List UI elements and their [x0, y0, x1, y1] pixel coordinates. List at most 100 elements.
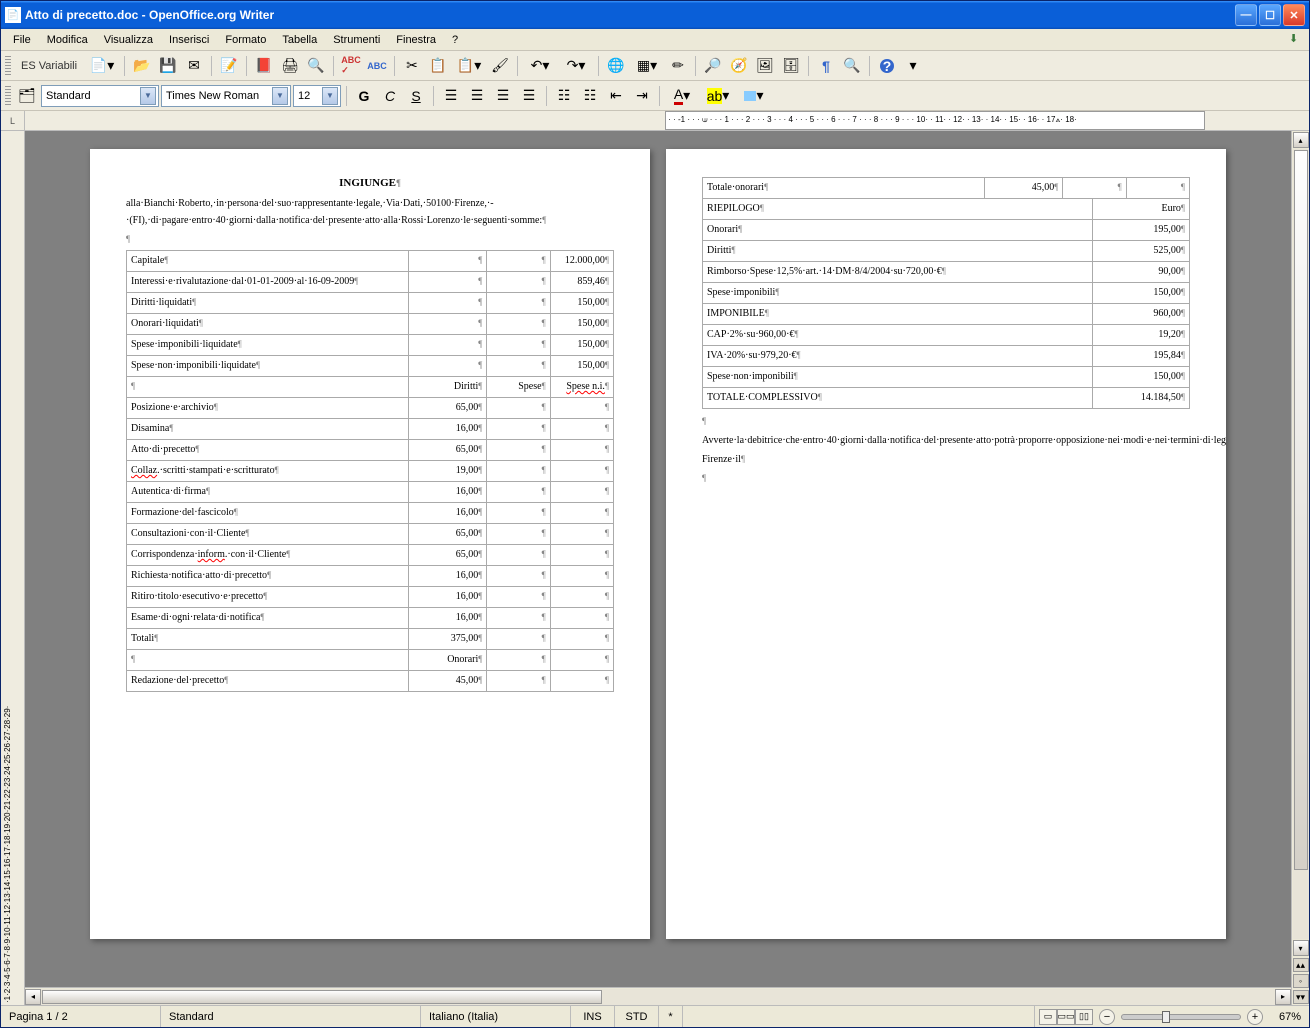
close-button[interactable]: ✕ [1283, 4, 1305, 26]
view-layout-buttons: ▭ ▭▭ ▯▯ [1035, 1009, 1097, 1025]
table-row: Richiesta·notifica·atto·di·precetto16,00 [127, 566, 614, 587]
redo-button[interactable]: ↷▾ [559, 54, 593, 78]
zoom-in-button[interactable]: + [1247, 1009, 1263, 1025]
menu-tools[interactable]: Strumenti [325, 32, 388, 48]
status-page[interactable]: Pagina 1 / 2 [1, 1006, 161, 1027]
spellcheck-button[interactable]: ABC✓ [339, 54, 363, 78]
prev-page-button[interactable]: ▴▴ [1293, 958, 1309, 972]
export-pdf-button[interactable]: 📕 [252, 54, 276, 78]
table-row: Spese·non·imponibili150,00 [703, 367, 1190, 388]
horizontal-ruler[interactable]: L · · -1 · · · ⟒ · · · 1 · · · 2 · · · 3… [1, 111, 1309, 131]
status-insert-mode[interactable]: INS [571, 1006, 615, 1027]
scroll-left-button[interactable]: ◂ [25, 989, 41, 1005]
menu-file[interactable]: File [5, 32, 39, 48]
table-row: Formazione·del·fascicolo16,00 [127, 503, 614, 524]
table-row: Autentica·di·firma16,00 [127, 482, 614, 503]
bold-button[interactable]: G [352, 84, 376, 108]
decrease-indent-button[interactable]: ⇤ [604, 84, 628, 108]
menu-format[interactable]: Formato [217, 32, 274, 48]
print-preview-button[interactable]: 🔍 [304, 54, 328, 78]
find-button[interactable]: 🔎 [701, 54, 725, 78]
increase-indent-button[interactable]: ⇥ [630, 84, 654, 108]
maximize-button[interactable]: ☐ [1259, 4, 1281, 26]
status-selection-mode[interactable]: STD [615, 1006, 659, 1027]
align-center-button[interactable]: ☰ [465, 84, 489, 108]
font-size-combo[interactable]: 12▼ [293, 85, 341, 107]
vertical-ruler[interactable]: ·1·2·3·4·5·6·7·8·9·10·11·12·13·14·15·16·… [1, 131, 25, 1005]
table-row: Collaz.·scritti·stampati·e·scritturato19… [127, 461, 614, 482]
undo-button[interactable]: ↶▾ [523, 54, 557, 78]
view-book-button[interactable]: ▯▯ [1075, 1009, 1093, 1025]
menu-insert[interactable]: Inserisci [161, 32, 217, 48]
chevron-down-icon: ▼ [322, 87, 338, 105]
page-2: Totale·onorari45,00 RIEPILOGOEuro Onorar… [666, 149, 1226, 939]
menu-help[interactable]: ? [444, 32, 466, 48]
numbered-list-button[interactable]: ☷ [552, 84, 576, 108]
scroll-right-button[interactable]: ▸ [1275, 989, 1291, 1005]
status-style[interactable]: Standard [161, 1006, 421, 1027]
table-button[interactable]: ▦▾ [630, 54, 664, 78]
next-page-button[interactable]: ▾▾ [1293, 990, 1309, 1004]
table-row: Spese·imponibili·liquidate150,00 [127, 335, 614, 356]
minimize-button[interactable]: — [1235, 4, 1257, 26]
save-button[interactable]: 💾 [156, 54, 180, 78]
underline-button[interactable]: S [404, 84, 428, 108]
align-right-button[interactable]: ☰ [491, 84, 515, 108]
paragraph-style-combo[interactable]: Standard▼ [41, 85, 159, 107]
copy-button[interactable]: 📋 [426, 54, 450, 78]
zoom-slider[interactable] [1121, 1014, 1241, 1020]
align-justify-button[interactable]: ☰ [517, 84, 541, 108]
open-button[interactable]: 📂 [130, 54, 154, 78]
status-zoom[interactable]: 67% [1265, 1006, 1309, 1027]
toolbar-grip[interactable] [5, 56, 11, 76]
hyperlink-button[interactable]: 🌐 [604, 54, 628, 78]
gallery-button[interactable]: 🖼 [753, 54, 777, 78]
view-multi-page-button[interactable]: ▭▭ [1057, 1009, 1075, 1025]
table-row: CAP·2%·su·960,00·€19,20 [703, 325, 1190, 346]
bullet-list-button[interactable]: ☷ [578, 84, 602, 108]
view-single-page-button[interactable]: ▭ [1039, 1009, 1057, 1025]
menu-edit[interactable]: Modifica [39, 32, 96, 48]
toolbar-overflow-button[interactable]: ▾ [901, 54, 925, 78]
new-doc-button[interactable]: 📄▾ [85, 54, 119, 78]
align-left-button[interactable]: ☰ [439, 84, 463, 108]
navigator-button[interactable]: 🧭 [727, 54, 751, 78]
font-name-combo[interactable]: Times New Roman▼ [161, 85, 291, 107]
chevron-down-icon: ▼ [272, 87, 288, 105]
zoom-button[interactable]: 🔍 [840, 54, 864, 78]
styles-button[interactable]: 🗂 [15, 84, 39, 108]
status-language[interactable]: Italiano (Italia) [421, 1006, 571, 1027]
highlight-button[interactable]: ab▾ [701, 84, 735, 108]
email-button[interactable]: ✉ [182, 54, 206, 78]
background-color-button[interactable]: ▾ [737, 84, 771, 108]
data-sources-button[interactable]: 🗄 [779, 54, 803, 78]
auto-spellcheck-button[interactable]: ABC [365, 54, 389, 78]
status-modified: * [659, 1006, 683, 1027]
vertical-scrollbar[interactable]: ▴ ▾ ▴▴ ◦ ▾▾ [1291, 131, 1309, 1005]
help-button[interactable]: ? [875, 54, 899, 78]
zoom-out-button[interactable]: − [1099, 1009, 1115, 1025]
table-header-row: DirittiSpeseSpese n.i. [127, 377, 614, 398]
download-icon[interactable]: ⬇ [1289, 32, 1305, 48]
scroll-down-button[interactable]: ▾ [1293, 940, 1309, 956]
table-row: IVA·20%·su·979,20·€195,84 [703, 346, 1190, 367]
table-row: Spese·non·imponibili·liquidate150,00 [127, 356, 614, 377]
nav-object-button[interactable]: ◦ [1293, 974, 1309, 988]
cut-button[interactable]: ✂ [400, 54, 424, 78]
edit-button[interactable]: 📝 [217, 54, 241, 78]
horizontal-scrollbar[interactable]: ◂ ▸ [25, 987, 1291, 1005]
menu-table[interactable]: Tabella [274, 32, 325, 48]
print-button[interactable]: 🖨 [278, 54, 302, 78]
italic-button[interactable]: C [378, 84, 402, 108]
fmtbar-grip[interactable] [5, 86, 11, 106]
show-draw-button[interactable]: ✏ [666, 54, 690, 78]
format-paintbrush-button[interactable]: 🖌 [488, 54, 512, 78]
scroll-up-button[interactable]: ▴ [1293, 132, 1309, 148]
paste-button[interactable]: 📋▾ [452, 54, 486, 78]
font-color-button[interactable]: A▾ [665, 84, 699, 108]
table-row: Totali375,00 [127, 629, 614, 650]
document-canvas[interactable]: INGIUNGE alla·Bianchi·Roberto,·in·person… [25, 131, 1291, 987]
menu-view[interactable]: Visualizza [96, 32, 161, 48]
nonprinting-chars-button[interactable]: ¶ [814, 54, 838, 78]
menu-window[interactable]: Finestra [388, 32, 444, 48]
